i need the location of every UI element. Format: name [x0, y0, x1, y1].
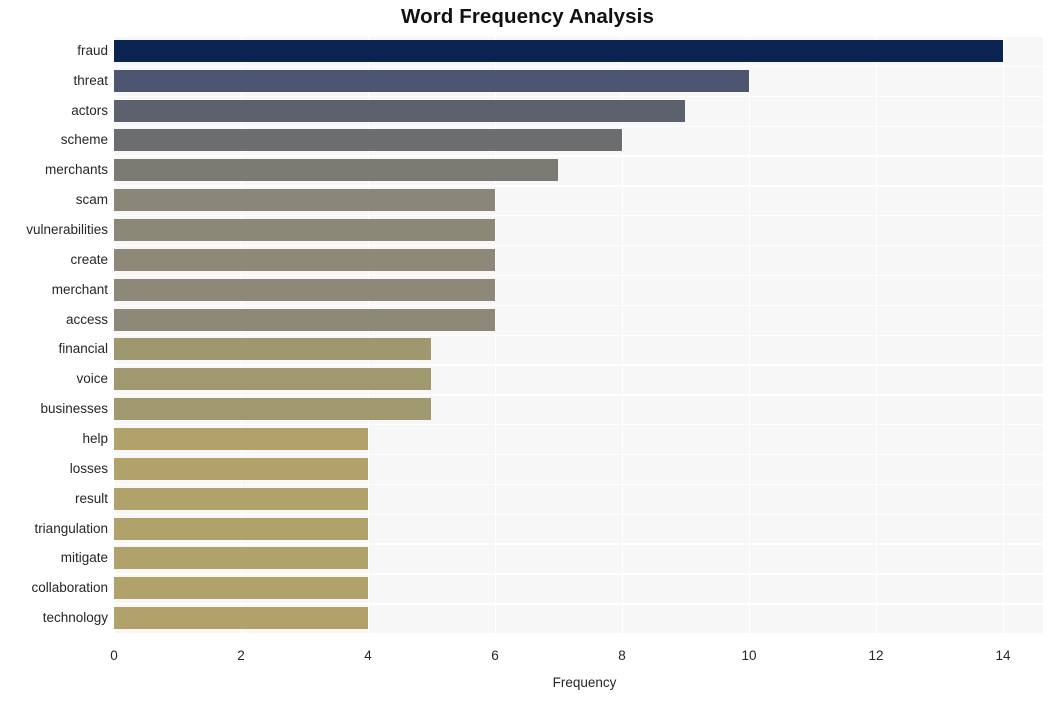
chart-title: Word Frequency Analysis — [401, 5, 654, 28]
y-tick-label-technology: technology — [42, 610, 108, 626]
bar-scheme — [114, 129, 622, 152]
bar-businesses — [114, 398, 432, 421]
gridline-y-12 — [114, 394, 1043, 396]
bar-voice — [114, 368, 432, 391]
bar-threat — [114, 69, 749, 92]
gridline-y-15 — [114, 483, 1043, 486]
x-tick-label-2: 2 — [237, 648, 245, 663]
bar-technology — [114, 607, 368, 630]
bar-access — [114, 308, 495, 331]
y-tick-label-financial: financial — [58, 341, 108, 357]
gridline-y-1 — [114, 65, 1043, 68]
bar-collaboration — [114, 577, 368, 600]
bar-result — [114, 487, 368, 510]
x-tick-label-10: 10 — [741, 648, 757, 663]
gridline-y-6 — [114, 215, 1043, 217]
plot-area — [114, 36, 1043, 633]
y-tick-label-mitigate: mitigate — [60, 550, 108, 566]
x-tick-label-6: 6 — [491, 648, 499, 663]
x-tick-label-12: 12 — [868, 648, 884, 663]
gridline-y-19 — [114, 603, 1043, 605]
gridline-y-9 — [114, 304, 1043, 307]
y-tick-label-result: result — [74, 490, 108, 506]
y-tick-label-help: help — [82, 430, 108, 446]
x-axis-tick-labels: 0 2 4 6 8 10 12 14 — [0, 640, 1055, 664]
y-tick-label-scheme: scheme — [60, 132, 108, 148]
y-tick-label-vulnerabilities: vulnerabilities — [26, 222, 108, 238]
gridline-y-18 — [114, 573, 1043, 575]
bar-mitigate — [114, 547, 368, 570]
y-tick-label-access: access — [65, 311, 108, 327]
bar-scam — [114, 189, 495, 212]
gridline-y-14 — [114, 453, 1043, 456]
bar-losses — [114, 457, 368, 480]
gridline-y-13 — [114, 424, 1043, 426]
y-tick-label-threat: threat — [73, 72, 108, 88]
bar-triangulation — [114, 517, 368, 540]
gridline-y-7 — [114, 244, 1043, 247]
gridline-y-8 — [114, 274, 1043, 277]
y-tick-label-actors: actors — [71, 102, 108, 118]
x-axis-title: Frequency — [0, 675, 1055, 690]
y-tick-label-merchants: merchants — [44, 162, 108, 178]
bar-vulnerabilities — [114, 219, 495, 242]
y-tick-label-create: create — [70, 251, 108, 267]
bar-merchants — [114, 159, 559, 182]
gridline-y-17 — [114, 543, 1043, 545]
y-tick-label-triangulation: triangulation — [34, 520, 108, 536]
gridline-y-5 — [114, 185, 1043, 187]
x-tick-label-4: 4 — [364, 648, 372, 663]
bar-merchant — [114, 278, 495, 301]
y-tick-label-scam: scam — [75, 192, 108, 208]
x-tick-label-14: 14 — [995, 648, 1011, 663]
y-axis-tick-labels: fraud threat actors scheme merchants scam vuln… — [0, 36, 108, 633]
bar-actors — [114, 99, 686, 122]
gridline-y-10 — [114, 334, 1043, 336]
y-tick-label-fraud: fraud — [77, 42, 108, 58]
gridline-y-3 — [114, 125, 1043, 127]
word-frequency-chart-figure: Word Frequency Analysis fraud threat actor… — [0, 0, 1055, 701]
x-axis-title-text: Frequency — [552, 675, 617, 690]
y-tick-label-businesses: businesses — [40, 401, 108, 417]
gridline-y-16 — [114, 513, 1043, 515]
x-tick-label-8: 8 — [618, 648, 626, 663]
y-tick-label-merchant: merchant — [51, 281, 108, 297]
gridline-y-4 — [114, 155, 1043, 157]
bar-help — [114, 427, 368, 450]
gridline-y-11 — [114, 364, 1043, 366]
bar-fraud — [114, 39, 1003, 62]
gridline-y-2 — [114, 95, 1043, 98]
bar-financial — [114, 338, 432, 361]
y-tick-label-voice: voice — [76, 371, 108, 387]
x-tick-label-0: 0 — [110, 648, 118, 663]
bar-create — [114, 248, 495, 271]
y-tick-label-collaboration: collaboration — [31, 580, 108, 596]
y-tick-label-losses: losses — [69, 460, 108, 476]
gridline-y-0 — [114, 36, 1043, 38]
